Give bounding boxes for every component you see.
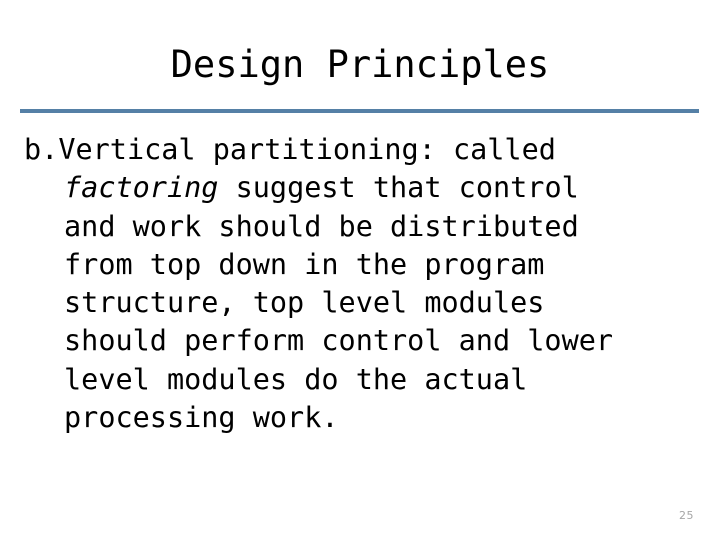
emphasized-term: factoring xyxy=(64,171,219,205)
title-divider xyxy=(20,109,699,113)
body-line-text: suggest that control xyxy=(218,171,579,205)
slide-body: b.Vertical partitioning: called factorin… xyxy=(24,131,704,437)
body-line: and work should be distributed xyxy=(64,209,579,243)
slide-canvas: Design Principles b.Vertical partitionin… xyxy=(0,0,720,540)
body-line: structure, top level modules xyxy=(64,286,545,320)
body-line: should perform control and lower xyxy=(64,324,614,358)
body-line: factoring suggest that control xyxy=(24,169,704,207)
body-line: b.Vertical partitioning: called xyxy=(24,133,556,166)
body-line: processing work. xyxy=(64,401,339,435)
body-line: from top down in the program xyxy=(64,247,545,281)
page-title: Design Principles xyxy=(170,43,550,86)
body-line: level modules do the actual xyxy=(64,362,528,396)
page-number: 25 xyxy=(679,509,694,522)
